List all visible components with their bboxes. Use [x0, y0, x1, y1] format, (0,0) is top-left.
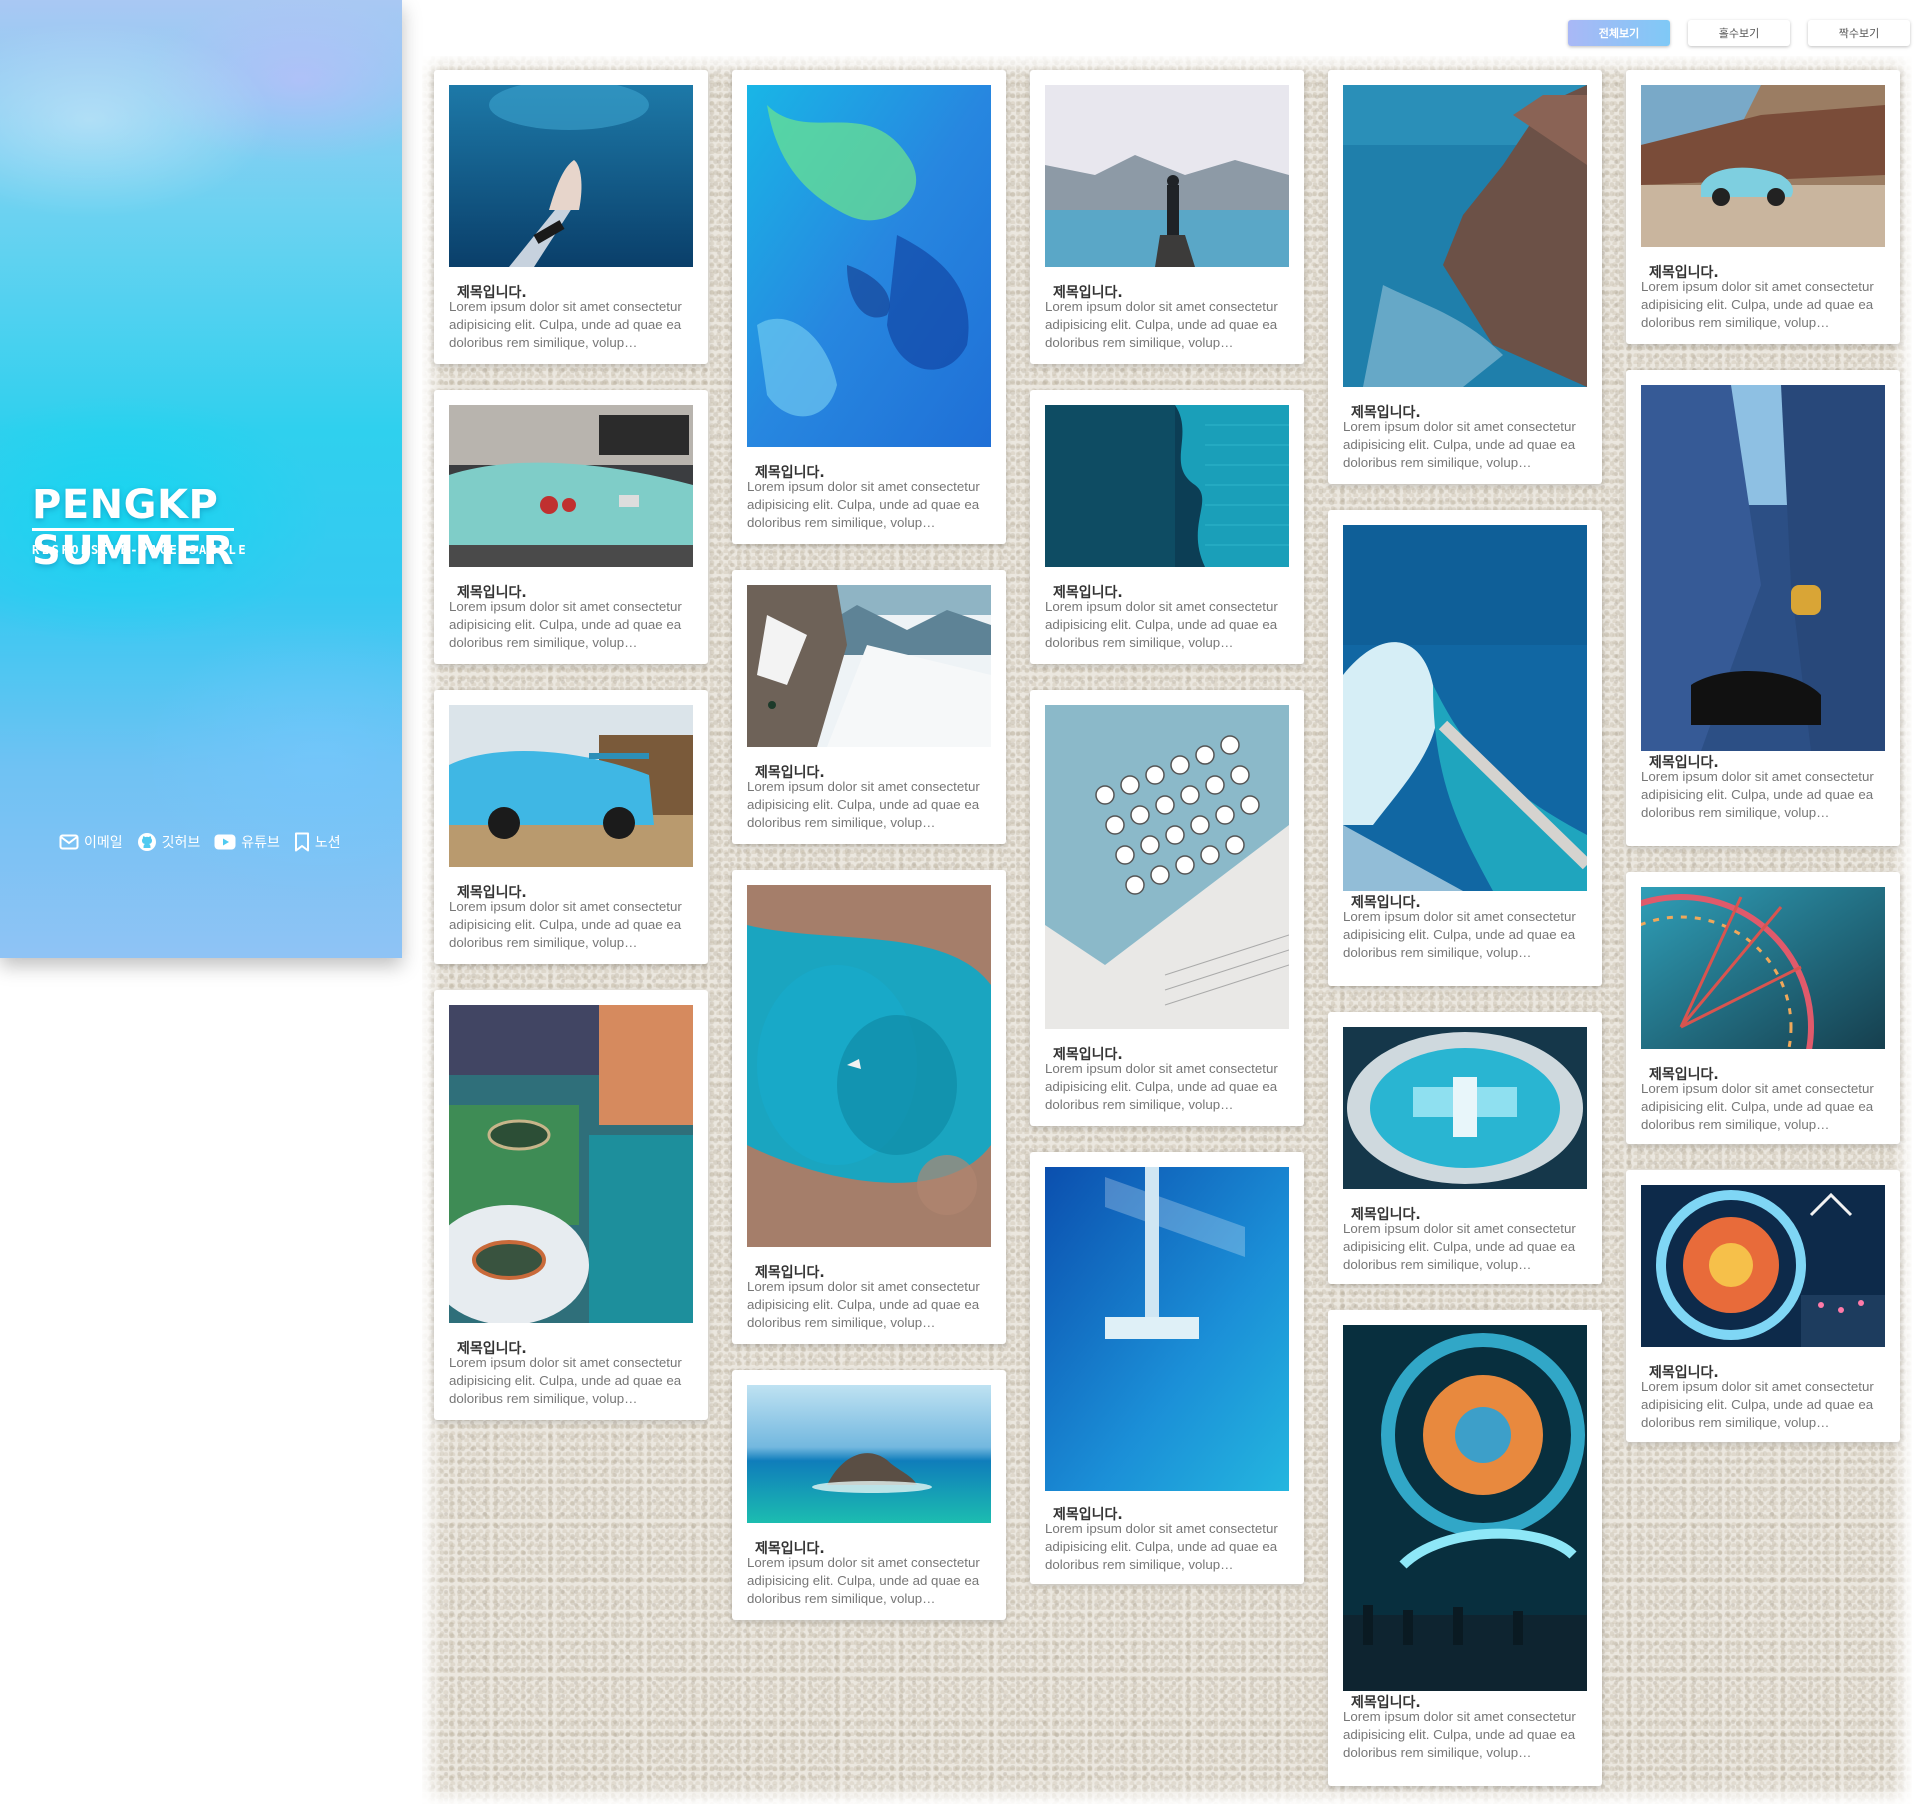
- filter-odd-button[interactable]: 홀수보기: [1688, 20, 1790, 46]
- gallery-card[interactable]: 제목입니다. Lorem ipsum dolor sit amet consec…: [1030, 390, 1304, 664]
- card-description: Lorem ipsum dolor sit amet consectetur a…: [747, 479, 980, 530]
- card-image-rock-island: [747, 1385, 991, 1523]
- card-description: Lorem ipsum dolor sit amet consectetur a…: [449, 299, 682, 350]
- card-description: Lorem ipsum dolor sit amet consectetur a…: [1045, 1061, 1278, 1112]
- social-link-github[interactable]: 깃허브: [137, 832, 201, 852]
- github-icon: [137, 832, 157, 852]
- bookmark-icon: [294, 832, 310, 852]
- gallery: 제목입니다. Lorem ipsum dolor sit amet consec…: [422, 56, 1912, 1804]
- gallery-card[interactable]: 제목입니다. Lorem ipsum dolor sit amet consec…: [1328, 70, 1602, 484]
- social-link-youtube[interactable]: 유튜브: [214, 832, 280, 852]
- card-description: Lorem ipsum dolor sit amet consectetur a…: [1045, 299, 1278, 350]
- gallery-card[interactable]: 제목입니다. Lorem ipsum dolor sit amet consec…: [732, 870, 1006, 1344]
- card-image-table-setting: [449, 1005, 693, 1323]
- social-link-email[interactable]: 이메일: [59, 832, 123, 852]
- card-description: Lorem ipsum dolor sit amet consectetur a…: [1343, 909, 1576, 960]
- card-description: Lorem ipsum dolor sit amet consectetur a…: [449, 1355, 682, 1406]
- card-description: Lorem ipsum dolor sit amet consectetur a…: [1641, 1081, 1874, 1132]
- gallery-card[interactable]: 제목입니다. Lorem ipsum dolor sit amet consec…: [1626, 872, 1900, 1144]
- card-image-blue-sports-car: [449, 705, 693, 867]
- gallery-card[interactable]: 제목입니다. Lorem ipsum dolor sit amet consec…: [1626, 70, 1900, 344]
- card-image-typewriter: [1045, 705, 1289, 1029]
- gallery-card[interactable]: 제목입니다. Lorem ipsum dolor sit amet consec…: [1626, 1170, 1900, 1442]
- card-description: Lorem ipsum dolor sit amet consectetur a…: [449, 899, 682, 950]
- gallery-card[interactable]: 제목입니다. Lorem ipsum dolor sit amet consec…: [1626, 370, 1900, 846]
- card-image-shadow-brick-wall: [1045, 405, 1289, 567]
- social-label-youtube: 유튜브: [241, 835, 280, 851]
- card-image-sea-cliffs: [1343, 85, 1587, 387]
- gallery-card[interactable]: 제목입니다. Lorem ipsum dolor sit amet consec…: [434, 990, 708, 1420]
- card-image-machine-part: [1343, 1027, 1587, 1189]
- gallery-card[interactable]: 제목입니다. Lorem ipsum dolor sit amet consec…: [732, 570, 1006, 844]
- card-image-ferris-wheel: [1641, 887, 1885, 1049]
- gallery-card[interactable]: 제목입니다. Lorem ipsum dolor sit amet consec…: [732, 1370, 1006, 1620]
- brand-title-underline: [32, 528, 234, 531]
- card-description: Lorem ipsum dolor sit amet consectetur a…: [1045, 1521, 1278, 1572]
- card-image-aerial-lagoon: [747, 885, 991, 1247]
- card-image-carnival-wheel-night: [1343, 1325, 1587, 1691]
- card-image-underwater-hand: [449, 85, 693, 267]
- card-description: Lorem ipsum dolor sit amet consectetur a…: [1641, 279, 1874, 330]
- card-image-snow-mountain: [747, 585, 991, 747]
- card-description: Lorem ipsum dolor sit amet consectetur a…: [747, 1279, 980, 1330]
- card-description: Lorem ipsum dolor sit amet consectetur a…: [747, 1555, 980, 1606]
- gallery-card[interactable]: 제목입니다. Lorem ipsum dolor sit amet consec…: [1030, 70, 1304, 364]
- card-description: Lorem ipsum dolor sit amet consectetur a…: [747, 779, 980, 830]
- gallery-card[interactable]: 제목입니다. Lorem ipsum dolor sit amet consec…: [732, 70, 1006, 544]
- card-description: Lorem ipsum dolor sit amet consectetur a…: [1343, 419, 1576, 470]
- gallery-card[interactable]: 제목입니다. Lorem ipsum dolor sit amet consec…: [1328, 1310, 1602, 1786]
- card-description: Lorem ipsum dolor sit amet consectetur a…: [1641, 1379, 1874, 1430]
- social-links: 이메일 깃허브 유튜브 노션: [59, 832, 341, 852]
- gallery-card[interactable]: 제목입니다. Lorem ipsum dolor sit amet consec…: [434, 390, 708, 664]
- gallery-card[interactable]: 제목입니다. Lorem ipsum dolor sit amet consec…: [1328, 510, 1602, 986]
- social-link-notion[interactable]: 노션: [294, 832, 341, 852]
- youtube-icon: [214, 834, 236, 850]
- gallery-card[interactable]: 제목입니다. Lorem ipsum dolor sit amet consec…: [1030, 690, 1304, 1126]
- filter-all-button[interactable]: 전체보기: [1568, 20, 1670, 46]
- card-image-teal-vintage-car: [449, 405, 693, 567]
- card-description: Lorem ipsum dolor sit amet consectetur a…: [449, 599, 682, 650]
- social-label-github: 깃허브: [161, 835, 201, 851]
- filter-even-button[interactable]: 짝수보기: [1808, 20, 1910, 46]
- gallery-card[interactable]: 제목입니다. Lorem ipsum dolor sit amet consec…: [1030, 1152, 1304, 1584]
- card-image-spinning-ride: [1641, 1185, 1885, 1347]
- gallery-card[interactable]: 제목입니다. Lorem ipsum dolor sit amet consec…: [1328, 1012, 1602, 1284]
- card-image-blue-sign: [1045, 1167, 1289, 1491]
- card-image-beetle-car-beach: [1641, 85, 1885, 247]
- card-image-ocean-wave-pool: [1343, 525, 1587, 891]
- social-label-email: 이메일: [84, 835, 123, 851]
- filter-bar: 전체보기 홀수보기 짝수보기: [1568, 20, 1910, 46]
- brand-title-wrap: PENGKP SUMMER: [32, 482, 392, 574]
- gallery-card[interactable]: 제목입니다. Lorem ipsum dolor sit amet consec…: [434, 690, 708, 964]
- gallery-card[interactable]: 제목입니다. Lorem ipsum dolor sit amet consec…: [434, 70, 708, 364]
- sidebar: PENGKP SUMMER RESPONSIVE-PAGE-SAMPLE 이메일…: [0, 0, 402, 958]
- brand-subtitle: RESPONSIVE-PAGE-SAMPLE: [32, 543, 249, 557]
- mail-icon: [59, 834, 79, 850]
- card-description: Lorem ipsum dolor sit amet consectetur a…: [1045, 599, 1278, 650]
- card-description: Lorem ipsum dolor sit amet consectetur a…: [1343, 1709, 1576, 1760]
- card-image-blue-abstract: [747, 85, 991, 447]
- card-image-lake-person: [1045, 85, 1289, 267]
- social-label-notion: 노션: [314, 835, 341, 851]
- card-description: Lorem ipsum dolor sit amet consectetur a…: [1343, 1221, 1576, 1272]
- card-image-tying-shoe: [1641, 385, 1885, 751]
- card-description: Lorem ipsum dolor sit amet consectetur a…: [1641, 769, 1874, 820]
